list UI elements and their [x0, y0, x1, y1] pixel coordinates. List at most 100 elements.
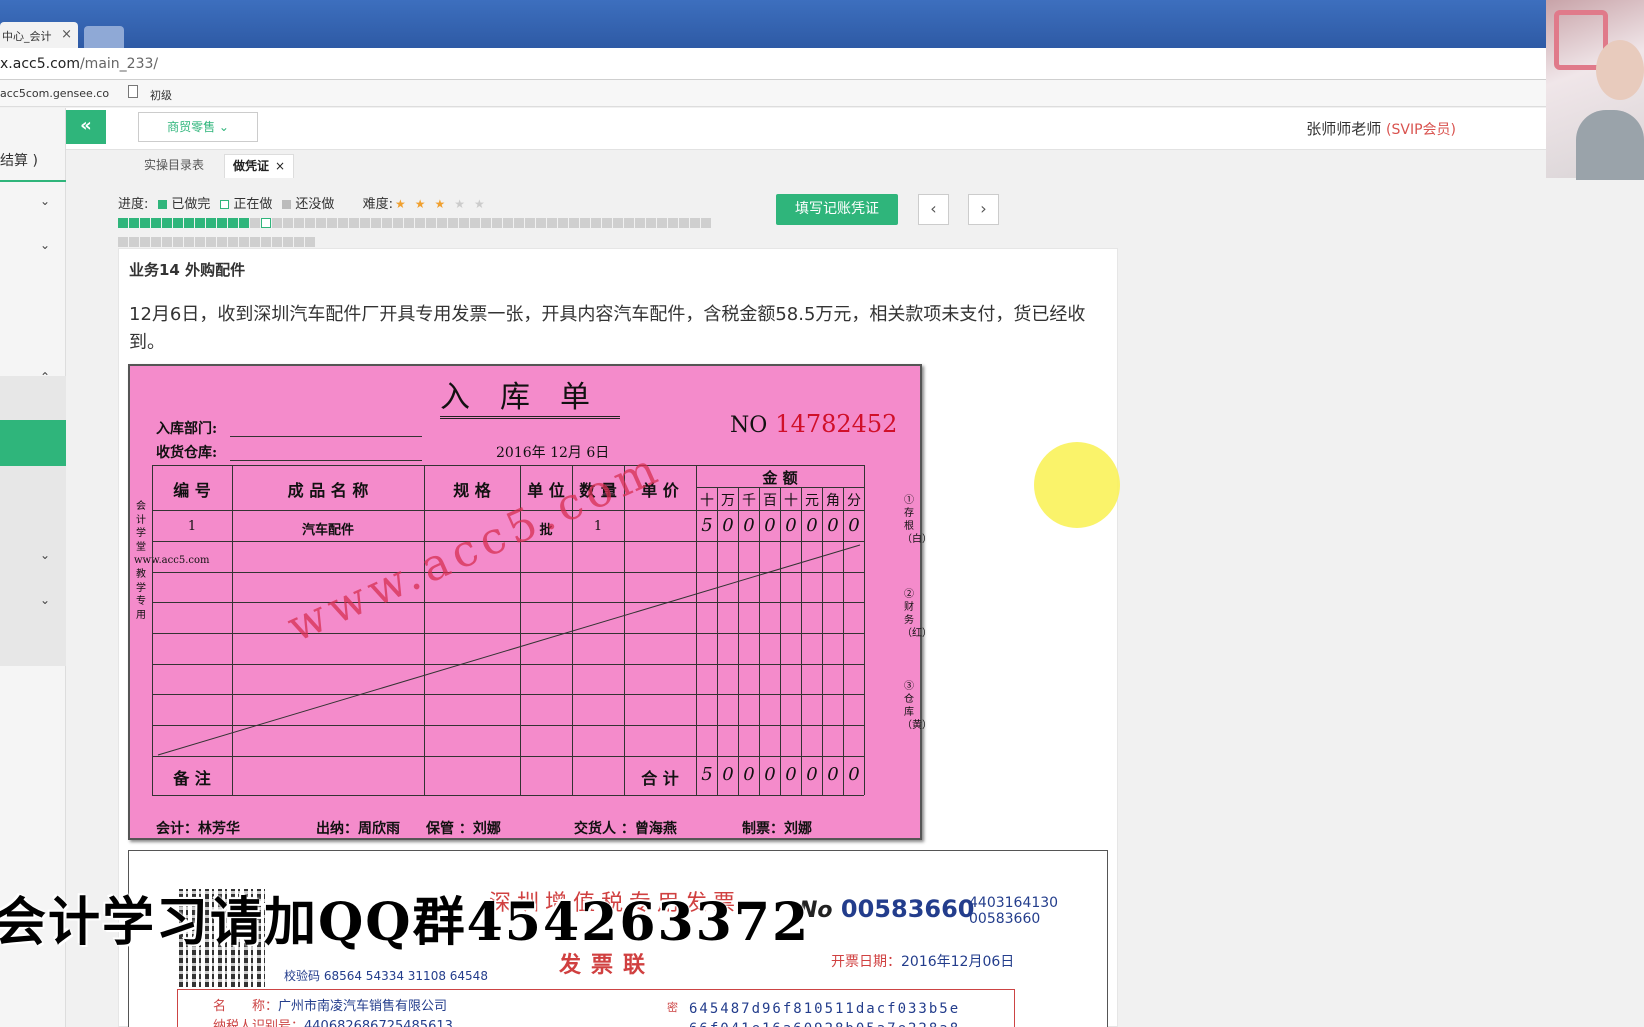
page-icon	[128, 85, 138, 98]
progress-cell[interactable]	[481, 218, 491, 228]
progress-cell[interactable]	[558, 218, 568, 228]
progress-cell[interactable]	[360, 218, 370, 228]
progress-cell[interactable]	[151, 218, 161, 228]
progress-cell[interactable]	[239, 237, 249, 247]
progress-cell[interactable]	[272, 237, 282, 247]
browser-tab[interactable]: 中心_会计 ×	[0, 22, 78, 48]
industry-dropdown[interactable]: 商贸零售 ⌄	[138, 112, 258, 142]
progress-cells	[118, 214, 718, 252]
progress-cell[interactable]	[525, 218, 535, 228]
progress-cell[interactable]	[140, 237, 150, 247]
progress-cell[interactable]	[129, 237, 139, 247]
progress-cell[interactable]	[470, 218, 480, 228]
total-digit: 0	[806, 764, 818, 785]
vip-badge: (SVIP会员)	[1386, 122, 1456, 138]
progress-cell[interactable]	[657, 218, 667, 228]
progress-cell[interactable]	[283, 218, 293, 228]
progress-cell[interactable]	[602, 218, 612, 228]
tab-make-voucher[interactable]: 做凭证 ×	[224, 154, 295, 178]
progress-cell[interactable]	[404, 218, 414, 228]
progress-cell[interactable]	[217, 218, 227, 228]
browser-tab-bar: 中心_会计 ×	[0, 0, 1644, 48]
progress-cell[interactable]	[184, 237, 194, 247]
progress-cell[interactable]	[613, 218, 623, 228]
progress-cell[interactable]	[690, 218, 700, 228]
progress-cell[interactable]	[448, 218, 458, 228]
bookmark-chuji[interactable]: 初级	[150, 87, 172, 103]
progress-cell[interactable]	[162, 218, 172, 228]
progress-cell[interactable]	[415, 218, 425, 228]
progress-cell[interactable]	[668, 218, 678, 228]
progress-cell[interactable]	[591, 218, 601, 228]
progress-cell[interactable]	[118, 237, 128, 247]
progress-cell[interactable]	[514, 218, 524, 228]
progress-cell[interactable]	[580, 218, 590, 228]
progress-cell[interactable]	[371, 218, 381, 228]
progress-cell[interactable]	[228, 237, 238, 247]
progress-cell[interactable]	[701, 218, 711, 228]
progress-cell[interactable]	[305, 218, 315, 228]
progress-cell[interactable]	[679, 218, 689, 228]
progress-cell[interactable]	[635, 218, 645, 228]
progress-cell[interactable]	[624, 218, 634, 228]
progress-cell[interactable]	[437, 218, 447, 228]
prev-button[interactable]: ‹	[918, 194, 949, 225]
progress-cell[interactable]	[129, 218, 139, 228]
progress-cell[interactable]	[426, 218, 436, 228]
progress-cell[interactable]	[173, 218, 183, 228]
chevron-down-icon[interactable]: ⌄	[40, 548, 50, 562]
progress-cell[interactable]	[536, 218, 546, 228]
progress-cell[interactable]	[569, 218, 579, 228]
progress-cell[interactable]	[173, 237, 183, 247]
sidebar-item-active[interactable]	[0, 420, 66, 466]
progress-cell[interactable]	[316, 218, 326, 228]
progress-cell[interactable]	[184, 218, 194, 228]
progress-cell[interactable]	[327, 218, 337, 228]
fill-voucher-button[interactable]: 填写记账凭证	[776, 194, 898, 225]
url-path: /main_233/	[79, 56, 159, 72]
chevron-down-icon[interactable]: ⌄	[40, 593, 50, 607]
progress-cell[interactable]	[503, 218, 513, 228]
progress-cell[interactable]	[492, 218, 502, 228]
progress-cell[interactable]	[162, 237, 172, 247]
progress-cell[interactable]	[228, 218, 238, 228]
progress-cell[interactable]	[206, 218, 216, 228]
progress-cell[interactable]	[250, 218, 260, 228]
progress-cell[interactable]	[239, 218, 249, 228]
chevron-up-icon[interactable]: ⌃	[40, 370, 50, 384]
progress-cell[interactable]	[294, 237, 304, 247]
close-icon[interactable]: ×	[275, 159, 285, 173]
user-info[interactable]: 张师师老师 (SVIP会员)	[1306, 118, 1456, 139]
progress-cell[interactable]	[261, 218, 271, 228]
progress-cell[interactable]	[250, 237, 260, 247]
collapse-sidebar-button[interactable]: «	[66, 110, 106, 144]
close-tab-icon[interactable]: ×	[61, 27, 72, 42]
progress-cell[interactable]	[338, 218, 348, 228]
progress-cell[interactable]	[217, 237, 227, 247]
progress-cell[interactable]	[393, 218, 403, 228]
progress-cell[interactable]	[140, 218, 150, 228]
progress-cell[interactable]	[261, 237, 271, 247]
progress-cell[interactable]	[305, 237, 315, 247]
progress-cell[interactable]	[547, 218, 557, 228]
progress-cell[interactable]	[294, 218, 304, 228]
sidebar-item-settlement[interactable]: 结算 )	[0, 150, 38, 170]
progress-cell[interactable]	[272, 218, 282, 228]
progress-cell[interactable]	[151, 237, 161, 247]
progress-cell[interactable]	[195, 218, 205, 228]
progress-cell[interactable]	[646, 218, 656, 228]
new-tab-button[interactable]	[84, 26, 124, 48]
bookmark-gensee[interactable]: acc5com.gensee.co	[0, 87, 109, 100]
progress-cell[interactable]	[459, 218, 469, 228]
next-button[interactable]: ›	[968, 194, 999, 225]
progress-cell[interactable]	[283, 237, 293, 247]
progress-cell[interactable]	[349, 218, 359, 228]
tab-practice-index[interactable]: 实操目录表	[144, 156, 204, 173]
chevron-down-icon[interactable]: ⌄	[40, 238, 50, 252]
progress-cell[interactable]	[206, 237, 216, 247]
progress-cell[interactable]	[382, 218, 392, 228]
progress-cell[interactable]	[195, 237, 205, 247]
progress-cell[interactable]	[118, 218, 128, 228]
chevron-down-icon[interactable]: ⌄	[40, 194, 50, 208]
address-bar[interactable]: x.acc5.com/main_233/	[0, 48, 1546, 80]
